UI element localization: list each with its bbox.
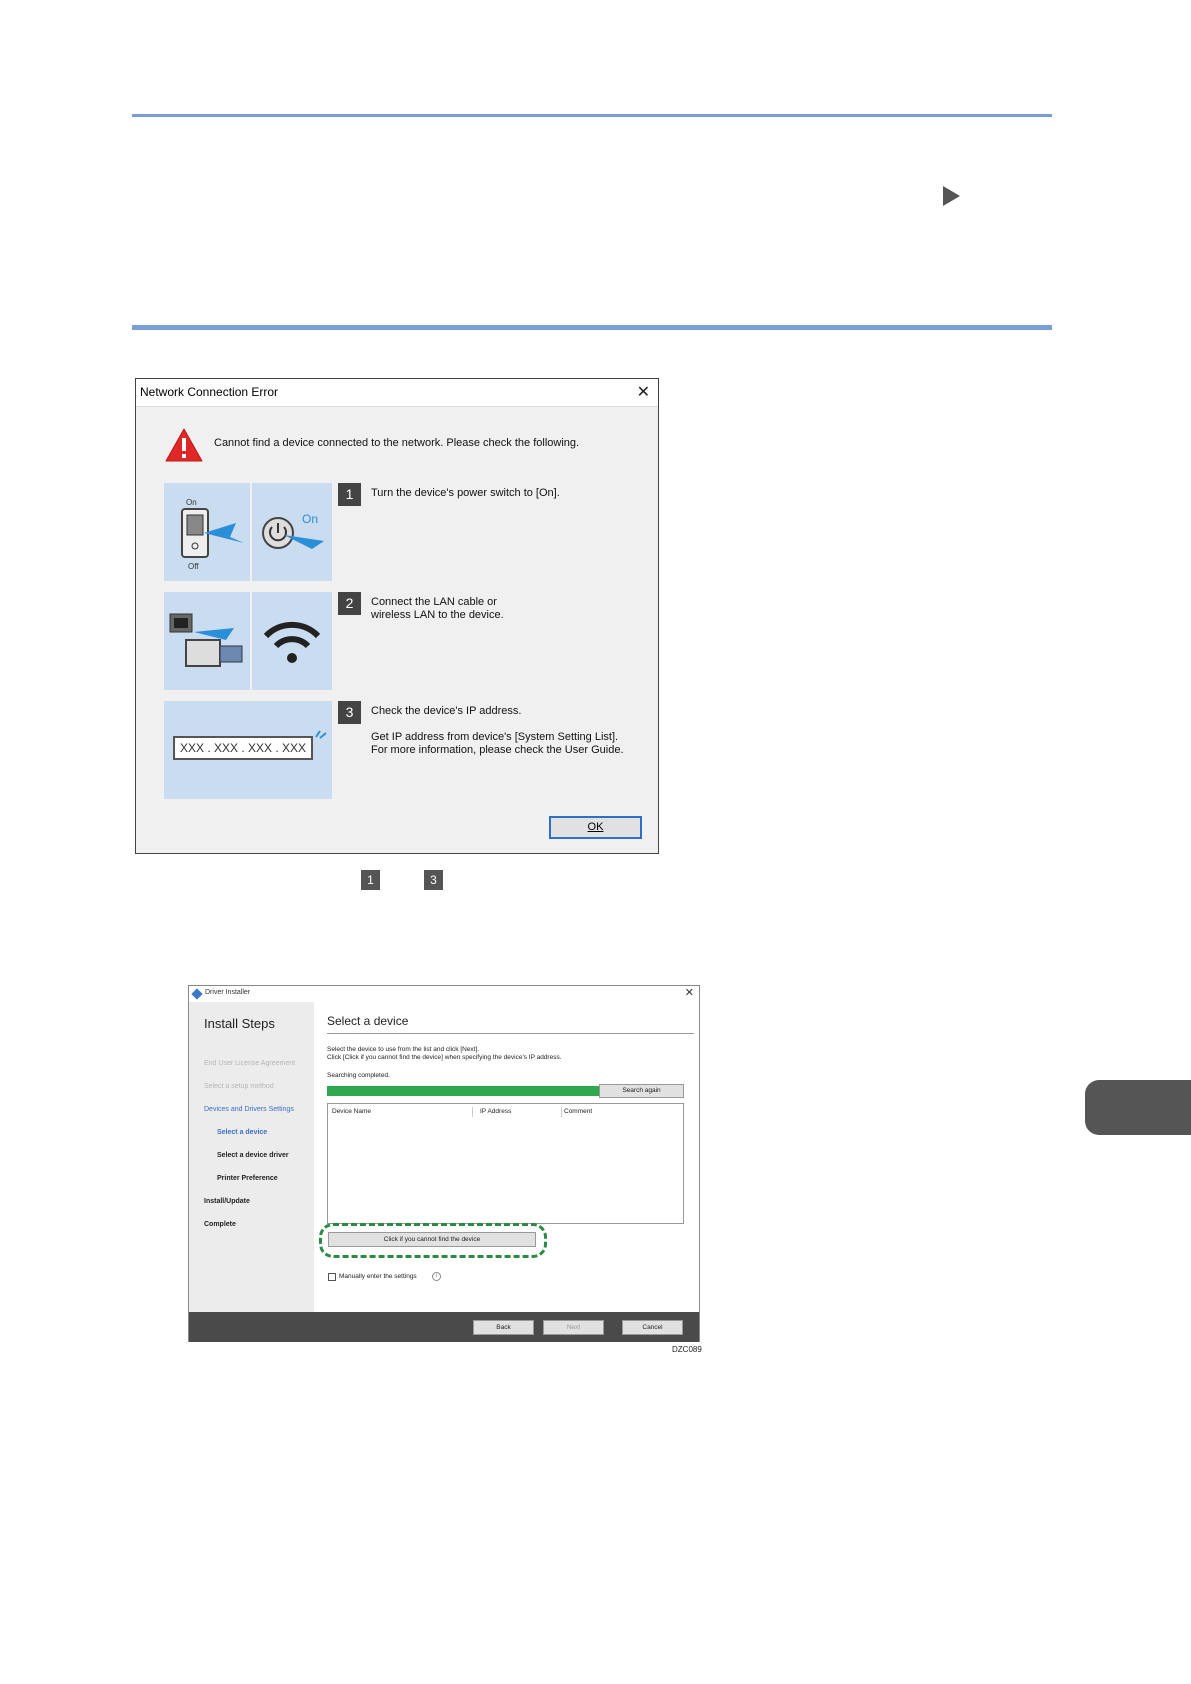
warning-icon	[165, 428, 203, 462]
ip-address-illustration: XXX . XXX . XXX . XXX	[164, 701, 332, 799]
play-arrow-icon	[943, 186, 960, 206]
error-message: Cannot find a device connected to the ne…	[214, 437, 580, 449]
title-divider	[327, 1033, 694, 1034]
sidebar-item-setup-method: Select a setup method	[204, 1083, 274, 1090]
ok-button-label: OK	[587, 821, 604, 833]
search-progress-bar	[327, 1086, 599, 1096]
instructions: Select the device to use from the list a…	[327, 1046, 562, 1062]
step-ref-1: 1	[361, 870, 380, 890]
install-steps-sidebar: Install Steps End User License Agreement…	[189, 1002, 314, 1328]
power-switch-illustration: On Off	[164, 483, 250, 581]
sidebar-item-install-update: Install/Update	[204, 1198, 250, 1205]
search-status: Searching completed.	[327, 1072, 390, 1079]
step-3-number: 3	[338, 701, 361, 724]
column-separator	[472, 1107, 473, 1117]
ip-address-box: XXX . XXX . XXX . XXX	[173, 736, 313, 760]
sidebar-item-select-driver: Select a device driver	[217, 1152, 289, 1159]
sparkle-icon	[315, 730, 327, 739]
sidebar-item-eula: End User License Agreement	[204, 1060, 296, 1067]
dialog-titlebar: Network Connection Error ✕	[136, 379, 658, 407]
step-1-number: 1	[338, 483, 361, 506]
step-3-extra: Get IP address from device's [System Set…	[371, 731, 624, 757]
ok-button[interactable]: OK	[549, 816, 642, 839]
device-list[interactable]: Device Name IP Address Comment	[327, 1103, 684, 1224]
step-2-number: 2	[338, 592, 361, 615]
sidebar-heading: Install Steps	[204, 1016, 275, 1031]
column-comment: Comment	[564, 1108, 593, 1115]
close-icon[interactable]: ✕	[637, 382, 650, 402]
step-ref-3: 3	[424, 870, 443, 890]
network-error-dialog: Network Connection Error ✕ Cannot find a…	[135, 378, 659, 854]
step-2-line-1: Connect the LAN cable or	[371, 596, 497, 608]
step-3-extra-line-1: Get IP address from device's [System Set…	[371, 731, 619, 743]
instruction-line-2: Click [Click if you cannot find the devi…	[327, 1054, 562, 1061]
step-2-text: Connect the LAN cable or wireless LAN to…	[371, 596, 504, 622]
dialog-title: Network Connection Error	[140, 385, 279, 399]
sidebar-item-select-device: Select a device	[217, 1129, 268, 1136]
manual-settings-checkbox[interactable]	[328, 1273, 336, 1281]
cannot-find-device-button[interactable]: Click if you cannot find the device	[328, 1232, 536, 1247]
column-separator	[561, 1107, 562, 1117]
switch-on-label: On	[186, 498, 197, 507]
power-button-illustration: On	[252, 483, 332, 581]
figure-code: DZC089	[672, 1345, 702, 1354]
driver-installer-window: Driver Installer ✕ Install Steps End Use…	[188, 985, 700, 1342]
next-button[interactable]: Next	[543, 1320, 604, 1335]
column-ip-address: IP Address	[480, 1108, 512, 1115]
chapter-tab	[1085, 1080, 1191, 1135]
info-icon[interactable]: i	[432, 1272, 441, 1281]
search-again-button[interactable]: Search again	[599, 1084, 684, 1098]
footer-bar: Back Next Cancel	[189, 1312, 699, 1342]
switch-off-label: Off	[188, 562, 199, 571]
step-3-extra-line-2: For more information, please check the U…	[371, 744, 624, 756]
column-device-name: Device Name	[332, 1108, 372, 1115]
sidebar-item-complete: Complete	[204, 1221, 236, 1228]
step-1-text: Turn the device's power switch to [On].	[371, 487, 560, 500]
manual-settings-label: Manually enter the settings	[339, 1273, 417, 1280]
sidebar-item-printer-preference: Printer Preference	[217, 1175, 278, 1182]
instruction-line-1: Select the device to use from the list a…	[327, 1046, 480, 1053]
power-on-label: On	[302, 512, 318, 526]
back-button[interactable]: Back	[473, 1320, 534, 1335]
installer-app-icon	[191, 988, 203, 1000]
step-3-text: Check the device's IP address.	[371, 705, 522, 717]
window-title: Driver Installer	[205, 989, 251, 996]
wireless-lan-illustration	[252, 592, 332, 690]
page-title: Select a device	[327, 1014, 409, 1028]
close-icon[interactable]: ✕	[685, 986, 694, 999]
top-rule	[132, 114, 1052, 117]
cancel-button[interactable]: Cancel	[622, 1320, 683, 1335]
step-1-line-1: Turn the device's power switch to [On].	[371, 487, 560, 499]
section-rule	[132, 325, 1052, 330]
sidebar-item-devices-drivers: Devices and Drivers Settings	[204, 1106, 294, 1113]
step-2-line-2: wireless LAN to the device.	[371, 609, 504, 621]
lan-cable-illustration	[164, 592, 250, 690]
